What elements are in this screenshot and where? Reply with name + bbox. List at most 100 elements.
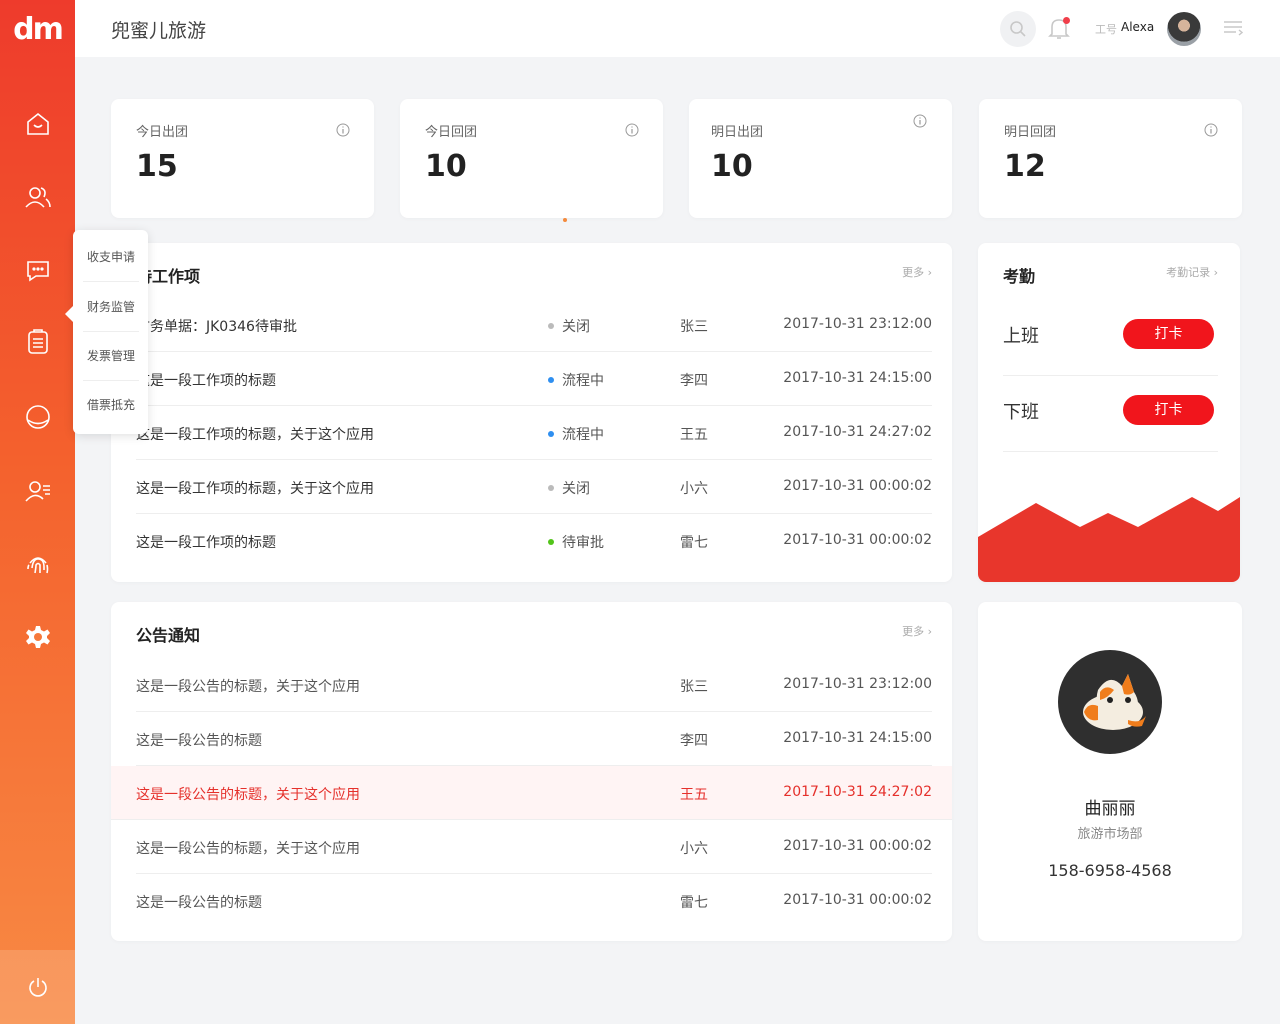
submenu-item[interactable]: 收支申请 <box>83 232 139 282</box>
status-dot <box>548 377 554 383</box>
nav-fingerprint[interactable] <box>0 540 75 590</box>
notice-time: 2017-10-31 23:12:00 <box>783 676 932 692</box>
clock-out-button[interactable]: 打卡 <box>1123 395 1214 425</box>
nav-documents[interactable] <box>0 317 75 367</box>
info-icon[interactable] <box>336 123 350 137</box>
notice-row[interactable]: 这是一段公告的标题，关于这个应用 张三 2017-10-31 23:12:00 <box>136 658 932 712</box>
notifications-button[interactable] <box>1046 15 1072 41</box>
info-icon[interactable] <box>1204 123 1218 137</box>
stat-value: 10 <box>711 149 753 184</box>
profile-name: 曲丽丽 <box>1084 799 1136 819</box>
status-dot <box>548 485 554 491</box>
settings-icon <box>25 626 50 648</box>
stat-value: 10 <box>425 149 467 184</box>
user-avatar[interactable] <box>1167 12 1201 46</box>
work-item-status: 待审批 <box>548 532 604 552</box>
stat-value: 15 <box>136 149 178 184</box>
work-item-person: 雷七 <box>680 535 708 551</box>
user-list-icon <box>24 481 50 502</box>
nav-home[interactable] <box>0 99 75 149</box>
stat-label: 明日回团 <box>1004 125 1057 140</box>
work-item-time: 2017-10-31 24:15:00 <box>783 370 932 386</box>
section-title: 考勤 <box>1003 267 1036 286</box>
more-link[interactable]: 更多 › <box>902 264 932 280</box>
work-item-person: 李四 <box>680 373 708 389</box>
nav-users[interactable] <box>0 172 75 222</box>
notice-row[interactable]: 这是一段公告的标题 李四 2017-10-31 24:15:00 <box>136 712 932 766</box>
notice-row[interactable]: 这是一段公告的标题，关于这个应用 王五 2017-10-31 24:27:02 <box>111 766 952 820</box>
attendance-record-link[interactable]: 考勤记录 › <box>1166 264 1218 280</box>
notice-title: 这是一段公告的标题，关于这个应用 <box>136 679 360 695</box>
work-item-status: 流程中 <box>548 424 604 444</box>
work-item-row[interactable]: 这是一段工作项的标题 待审批 雷七 2017-10-31 00:00:02 <box>136 514 932 568</box>
stat-card-today-depart[interactable]: 今日出团 15 <box>111 99 374 218</box>
work-item-person: 张三 <box>680 319 708 335</box>
user-name[interactable]: Alexa <box>1121 20 1154 34</box>
notice-time: 2017-10-31 24:15:00 <box>783 730 932 746</box>
nav-messages[interactable] <box>0 245 75 295</box>
status-dot <box>548 431 554 437</box>
record-label: 考勤记录 <box>1166 266 1211 279</box>
nav-globe[interactable] <box>0 392 75 442</box>
logout-button[interactable] <box>0 950 75 1024</box>
employee-id-label: 工号 <box>1095 23 1117 36</box>
notice-panel: 公告通知 更多 › 这是一段公告的标题，关于这个应用 张三 2017-10-31 2… <box>111 602 952 941</box>
status-text: 关闭 <box>562 319 590 335</box>
document-icon <box>27 329 48 354</box>
search-button[interactable] <box>1000 11 1036 47</box>
stat-card-tomorrow-return[interactable]: 明日回团 12 <box>979 99 1242 218</box>
notice-time: 2017-10-31 24:27:02 <box>783 784 932 800</box>
status-text: 关闭 <box>562 481 590 497</box>
notice-row[interactable]: 这是一段公告的标题 雷七 2017-10-31 00:00:02 <box>136 874 932 928</box>
work-item-title: 这是一段工作项的标题 <box>136 373 276 389</box>
app-logo[interactable]: dm <box>0 0 75 58</box>
submenu-item[interactable]: 发票管理 <box>83 331 139 381</box>
attendance-wave-graphic <box>978 497 1240 582</box>
clock-out-row: 下班 打卡 <box>1003 374 1218 452</box>
more-label: 更多 <box>902 625 925 638</box>
home-icon <box>26 112 49 135</box>
profile-phone: 158-6958-4568 <box>1048 861 1172 880</box>
notice-person: 王五 <box>680 787 708 803</box>
info-icon[interactable] <box>913 114 927 128</box>
work-item-row[interactable]: 这是一段工作项的标题，关于这个应用 流程中 王五 2017-10-31 24:27:0… <box>136 406 932 460</box>
notice-title: 这是一段公告的标题 <box>136 733 262 749</box>
work-item-row[interactable]: 财务单据：JK0346待审批 关闭 张三 2017-10-31 23:12:00 <box>136 298 932 352</box>
attendance-panel: 考勤 考勤记录 › 上班 打卡 下班 打卡 <box>978 243 1240 582</box>
status-dot <box>548 323 554 329</box>
clock-in-button[interactable]: 打卡 <box>1123 319 1214 349</box>
stat-value: 12 <box>1004 149 1046 184</box>
info-icon[interactable] <box>625 123 639 137</box>
work-item-row[interactable]: 这是一段工作项的标题 流程中 李四 2017-10-31 24:15:00 <box>136 352 932 406</box>
work-item-status: 流程中 <box>548 370 604 390</box>
clock-in-label: 上班 <box>1003 326 1039 347</box>
nav-settings[interactable] <box>0 612 75 662</box>
stat-card-tomorrow-depart[interactable]: 明日出团 10 <box>689 99 952 218</box>
stat-label: 今日回团 <box>425 125 478 140</box>
notice-row[interactable]: 这是一段公告的标题，关于这个应用 小六 2017-10-31 00:00:02 <box>136 820 932 874</box>
notice-title: 这是一段公告的标题，关于这个应用 <box>136 787 360 803</box>
stat-card-today-return[interactable]: 今日回团 10 <box>400 99 663 218</box>
profile-avatar[interactable] <box>1058 650 1162 754</box>
notice-person: 小六 <box>680 841 708 857</box>
work-item-title: 财务单据：JK0346待审批 <box>136 319 297 335</box>
nav-staff[interactable] <box>0 466 75 516</box>
chat-icon <box>26 261 49 282</box>
work-item-status: 关闭 <box>548 478 590 498</box>
submenu-item[interactable]: 财务监管 <box>83 282 139 332</box>
submenu-item[interactable]: 借票抵充 <box>83 380 139 430</box>
work-item-row[interactable]: 这是一段工作项的标题，关于这个应用 关闭 小六 2017-10-31 00:00:02 <box>136 460 932 514</box>
notice-title: 这是一段公告的标题，关于这个应用 <box>136 841 360 857</box>
sidebar: dm <box>0 0 75 1024</box>
menu-button[interactable] <box>1223 20 1244 36</box>
work-item-person: 小六 <box>680 481 708 497</box>
fingerprint-icon <box>26 557 48 574</box>
users-icon <box>24 187 51 208</box>
work-items-panel: 待工作项 更多 › 财务单据：JK0346待审批 关闭 张三 2017-10-31 2… <box>111 243 952 582</box>
page-title: 兜蜜儿旅游 <box>111 20 207 42</box>
section-title: 公告通知 <box>136 626 201 645</box>
carousel-indicator <box>563 218 567 222</box>
more-link[interactable]: 更多 › <box>902 623 932 639</box>
status-text: 流程中 <box>562 373 604 389</box>
profile-department: 旅游市场部 <box>1077 827 1143 842</box>
